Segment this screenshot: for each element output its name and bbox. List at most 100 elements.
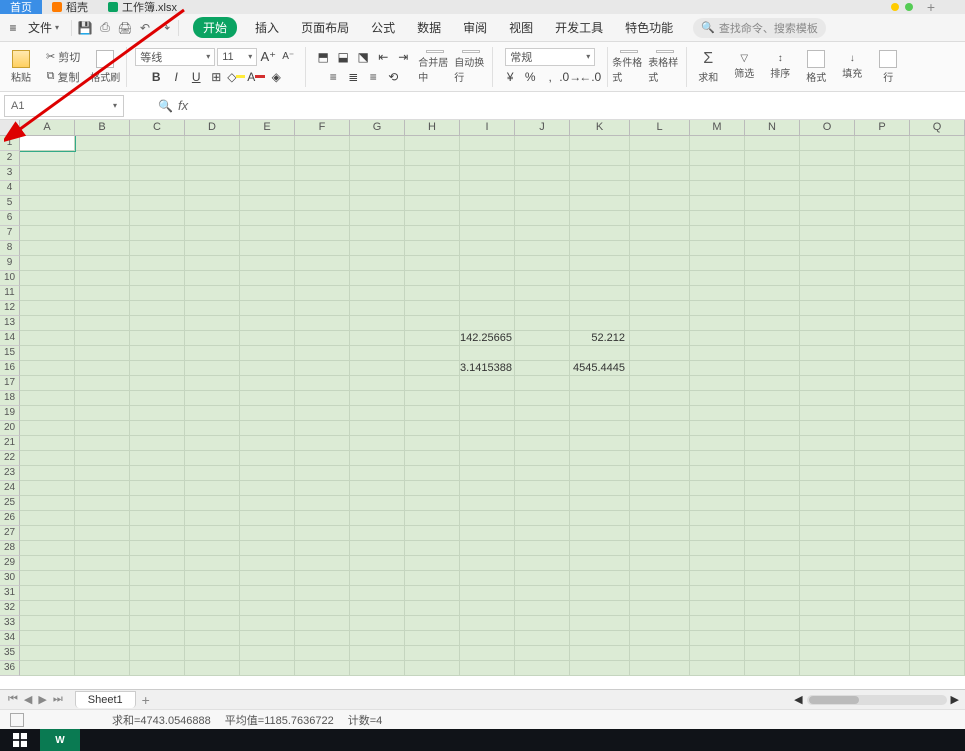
cell-Q32[interactable] [910,601,965,616]
column-header-I[interactable]: I [460,120,515,136]
cell-Q2[interactable] [910,151,965,166]
cell-Q7[interactable] [910,226,965,241]
tab-workbook[interactable]: 工作簿.xlsx [98,0,187,14]
cell-A34[interactable] [20,631,75,646]
cell-B24[interactable] [75,481,130,496]
cell-D3[interactable] [185,166,240,181]
cell-D20[interactable] [185,421,240,436]
cell-J29[interactable] [515,556,570,571]
cell-P19[interactable] [855,406,910,421]
cell-K10[interactable] [570,271,630,286]
cell-M32[interactable] [690,601,745,616]
orientation-button[interactable]: ⟲ [384,68,402,86]
cell-C29[interactable] [130,556,185,571]
cell-D22[interactable] [185,451,240,466]
cell-O24[interactable] [800,481,855,496]
cell-Q35[interactable] [910,646,965,661]
cell-E7[interactable] [240,226,295,241]
row-header-2[interactable]: 2 [0,151,20,166]
cell-J32[interactable] [515,601,570,616]
number-format-select[interactable]: 常规▾ [505,48,595,66]
cell-K35[interactable] [570,646,630,661]
cell-N15[interactable] [745,346,800,361]
row-header-22[interactable]: 22 [0,451,20,466]
cell-J24[interactable] [515,481,570,496]
cell-B32[interactable] [75,601,130,616]
cell-L4[interactable] [630,181,690,196]
row-header-29[interactable]: 29 [0,556,20,571]
cell-M6[interactable] [690,211,745,226]
cell-H16[interactable] [405,361,460,376]
cell-Q29[interactable] [910,556,965,571]
name-box[interactable]: A1 ▾ [4,95,124,117]
row-header-16[interactable]: 16 [0,361,20,376]
cell-J30[interactable] [515,571,570,586]
cell-O30[interactable] [800,571,855,586]
cell-J10[interactable] [515,271,570,286]
cell-C23[interactable] [130,466,185,481]
row-header-6[interactable]: 6 [0,211,20,226]
cell-J36[interactable] [515,661,570,676]
cell-B29[interactable] [75,556,130,571]
cell-A26[interactable] [20,511,75,526]
cell-F3[interactable] [295,166,350,181]
cell-M30[interactable] [690,571,745,586]
cell-E25[interactable] [240,496,295,511]
cell-D15[interactable] [185,346,240,361]
cell-F4[interactable] [295,181,350,196]
cell-C27[interactable] [130,526,185,541]
cell-G5[interactable] [350,196,405,211]
font-color-button[interactable]: A [247,68,265,86]
align-middle-button[interactable]: ⬓ [334,48,352,66]
wrap-text-button[interactable]: 自动换行 [454,50,488,84]
cell-K18[interactable] [570,391,630,406]
cell-N27[interactable] [745,526,800,541]
cell-E2[interactable] [240,151,295,166]
cell-D21[interactable] [185,436,240,451]
cell-B26[interactable] [75,511,130,526]
align-top-button[interactable]: ⬒ [314,48,332,66]
cell-B34[interactable] [75,631,130,646]
cell-Q17[interactable] [910,376,965,391]
cell-H14[interactable] [405,331,460,346]
cell-A30[interactable] [20,571,75,586]
cell-J11[interactable] [515,286,570,301]
print-preview-icon[interactable]: 🖨 [118,21,132,35]
cell-A15[interactable] [20,346,75,361]
wps-taskbar-button[interactable]: W [40,729,80,751]
cell-K12[interactable] [570,301,630,316]
cell-P4[interactable] [855,181,910,196]
cell-D11[interactable] [185,286,240,301]
cell-K7[interactable] [570,226,630,241]
cell-J7[interactable] [515,226,570,241]
add-sheet-button[interactable]: + [142,692,150,708]
cell-Q12[interactable] [910,301,965,316]
column-header-F[interactable]: F [295,120,350,136]
cell-E34[interactable] [240,631,295,646]
cell-D14[interactable] [185,331,240,346]
ribbon-tab-view[interactable]: 视图 [505,17,537,38]
cell-H30[interactable] [405,571,460,586]
cell-K16[interactable]: 4545.4445 [570,361,630,376]
undo-icon[interactable]: ↶ [138,21,152,35]
row-header-8[interactable]: 8 [0,241,20,256]
cell-D7[interactable] [185,226,240,241]
cell-F27[interactable] [295,526,350,541]
cell-B10[interactable] [75,271,130,286]
cell-H12[interactable] [405,301,460,316]
cell-H6[interactable] [405,211,460,226]
cell-O5[interactable] [800,196,855,211]
column-header-D[interactable]: D [185,120,240,136]
cell-O7[interactable] [800,226,855,241]
cell-I13[interactable] [460,316,515,331]
cell-E29[interactable] [240,556,295,571]
cell-O19[interactable] [800,406,855,421]
cell-F31[interactable] [295,586,350,601]
row-header-11[interactable]: 11 [0,286,20,301]
cell-M31[interactable] [690,586,745,601]
cell-D8[interactable] [185,241,240,256]
cell-L29[interactable] [630,556,690,571]
cell-M34[interactable] [690,631,745,646]
row-header-23[interactable]: 23 [0,466,20,481]
cell-G18[interactable] [350,391,405,406]
